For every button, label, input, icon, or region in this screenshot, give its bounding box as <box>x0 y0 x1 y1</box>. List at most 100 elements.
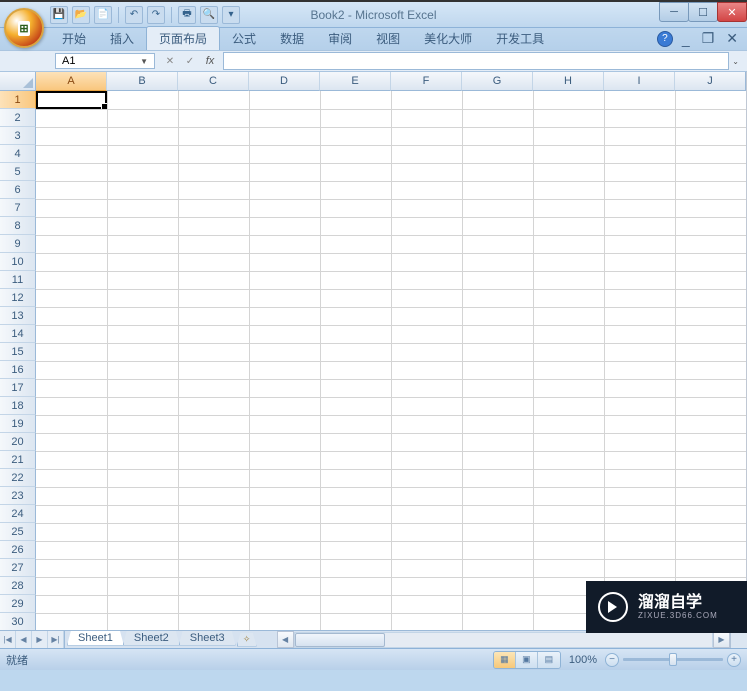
row-header[interactable]: 19 <box>0 415 36 433</box>
hscroll-thumb[interactable] <box>295 633 385 647</box>
column-header[interactable]: I <box>604 72 675 91</box>
column-header[interactable]: A <box>36 72 107 91</box>
column-header[interactable]: H <box>533 72 604 91</box>
qat-save-icon[interactable]: 💾 <box>50 6 68 24</box>
row-header[interactable]: 5 <box>0 163 36 181</box>
row-header[interactable]: 23 <box>0 487 36 505</box>
row-header[interactable]: 1 <box>0 91 36 109</box>
row-header[interactable]: 8 <box>0 217 36 235</box>
row-header[interactable]: 28 <box>0 577 36 595</box>
row-header[interactable]: 27 <box>0 559 36 577</box>
scroll-right-icon[interactable]: ▶ <box>713 631 730 648</box>
ribbon-tab[interactable]: 美化大师 <box>412 27 484 50</box>
row-header[interactable]: 2 <box>0 109 36 127</box>
sheet-nav-last-icon[interactable]: ▶| <box>48 631 64 648</box>
column-header[interactable]: D <box>249 72 320 91</box>
formula-input[interactable] <box>223 52 729 70</box>
qat-print-icon[interactable]: 🖶 <box>178 6 196 24</box>
status-text: 就绪 <box>6 652 28 668</box>
ribbon-tab[interactable]: 数据 <box>268 27 316 50</box>
column-header[interactable]: E <box>320 72 391 91</box>
enter-formula-icon[interactable]: ✓ <box>181 53 199 69</box>
row-header[interactable]: 29 <box>0 595 36 613</box>
doc-close-button[interactable]: ✕ <box>723 30 741 47</box>
ribbon-tab[interactable]: 页面布局 <box>146 26 220 50</box>
cancel-formula-icon[interactable]: ✕ <box>161 53 179 69</box>
row-header[interactable]: 21 <box>0 451 36 469</box>
name-box[interactable]: A1 ▼ <box>55 53 155 69</box>
row-header[interactable]: 16 <box>0 361 36 379</box>
minimize-button[interactable]: ─ <box>659 2 689 22</box>
qat-new-icon[interactable]: 📄 <box>94 6 112 24</box>
zoom-slider[interactable] <box>623 658 723 661</box>
row-header[interactable]: 17 <box>0 379 36 397</box>
row-header[interactable]: 24 <box>0 505 36 523</box>
quick-access-toolbar: 💾 📂 📄 ↶ ↷ 🖶 🔍 ▾ <box>50 6 240 24</box>
new-sheet-button[interactable]: ✧ <box>237 633 257 647</box>
name-box-dropdown-icon[interactable]: ▼ <box>140 57 148 66</box>
zoom-slider-thumb[interactable] <box>669 653 677 666</box>
sheet-tab[interactable]: Sheet2 <box>123 631 180 646</box>
view-normal-icon[interactable]: ▦ <box>494 652 516 668</box>
row-header[interactable]: 10 <box>0 253 36 271</box>
row-header[interactable]: 6 <box>0 181 36 199</box>
sheet-tab[interactable]: Sheet3 <box>179 631 236 646</box>
horizontal-scrollbar[interactable] <box>294 632 713 648</box>
select-all-corner[interactable] <box>0 72 36 91</box>
zoom-in-button[interactable]: + <box>727 653 741 667</box>
zoom-out-button[interactable]: − <box>605 653 619 667</box>
maximize-button[interactable]: ☐ <box>688 2 718 22</box>
qat-redo-icon[interactable]: ↷ <box>147 6 165 24</box>
row-header[interactable]: 22 <box>0 469 36 487</box>
ribbon-tab[interactable]: 审阅 <box>316 27 364 50</box>
doc-restore-button[interactable]: ❐ <box>699 30 718 47</box>
row-header[interactable]: 14 <box>0 325 36 343</box>
title-bar: ⊞ 💾 📂 📄 ↶ ↷ 🖶 🔍 ▾ Book2 - Microsoft Exce… <box>0 2 747 28</box>
qat-open-icon[interactable]: 📂 <box>72 6 90 24</box>
help-icon[interactable]: ? <box>657 31 673 47</box>
office-button[interactable]: ⊞ <box>4 8 44 48</box>
formula-expand-icon[interactable]: ⌄ <box>728 53 743 70</box>
qat-more-icon[interactable]: ▾ <box>222 6 240 24</box>
sheet-tab[interactable]: Sheet1 <box>67 631 124 646</box>
column-header[interactable]: C <box>178 72 249 91</box>
ribbon-tab[interactable]: 公式 <box>220 27 268 50</box>
row-header[interactable]: 7 <box>0 199 36 217</box>
row-header[interactable]: 11 <box>0 271 36 289</box>
ribbon-tab[interactable]: 开始 <box>50 27 98 50</box>
row-header[interactable]: 15 <box>0 343 36 361</box>
ribbon-tab[interactable]: 开发工具 <box>484 27 556 50</box>
row-header[interactable]: 30 <box>0 613 36 630</box>
row-header[interactable]: 13 <box>0 307 36 325</box>
doc-minimize-button[interactable]: _ <box>679 31 693 47</box>
qat-preview-icon[interactable]: 🔍 <box>200 6 218 24</box>
close-button[interactable]: ✕ <box>717 2 747 22</box>
fx-icon[interactable]: fx <box>201 53 219 69</box>
ribbon-tab[interactable]: 视图 <box>364 27 412 50</box>
column-header[interactable]: J <box>675 72 746 91</box>
column-header[interactable]: B <box>107 72 178 91</box>
row-header[interactable]: 12 <box>0 289 36 307</box>
row-header[interactable]: 9 <box>0 235 36 253</box>
row-header[interactable]: 4 <box>0 145 36 163</box>
sheet-nav-prev-icon[interactable]: ◀ <box>16 631 32 648</box>
column-header[interactable]: G <box>462 72 533 91</box>
view-page-break-icon[interactable]: ▤ <box>538 652 560 668</box>
zoom-level[interactable]: 100% <box>569 654 597 666</box>
cells-area[interactable] <box>36 91 746 630</box>
name-box-value: A1 <box>62 55 75 67</box>
sheet-nav-first-icon[interactable]: |◀ <box>0 631 16 648</box>
row-header[interactable]: 18 <box>0 397 36 415</box>
qat-undo-icon[interactable]: ↶ <box>125 6 143 24</box>
row-header[interactable]: 3 <box>0 127 36 145</box>
active-cell-cursor <box>36 91 107 109</box>
row-header[interactable]: 26 <box>0 541 36 559</box>
scroll-left-icon[interactable]: ◀ <box>277 631 294 648</box>
view-page-layout-icon[interactable]: ▣ <box>516 652 538 668</box>
column-header[interactable]: F <box>391 72 462 91</box>
row-header[interactable]: 25 <box>0 523 36 541</box>
sheet-nav-next-icon[interactable]: ▶ <box>32 631 48 648</box>
watermark-overlay: 溜溜自学 ZIXUE.3D66.COM <box>586 581 747 633</box>
row-header[interactable]: 20 <box>0 433 36 451</box>
ribbon-tab[interactable]: 插入 <box>98 27 146 50</box>
